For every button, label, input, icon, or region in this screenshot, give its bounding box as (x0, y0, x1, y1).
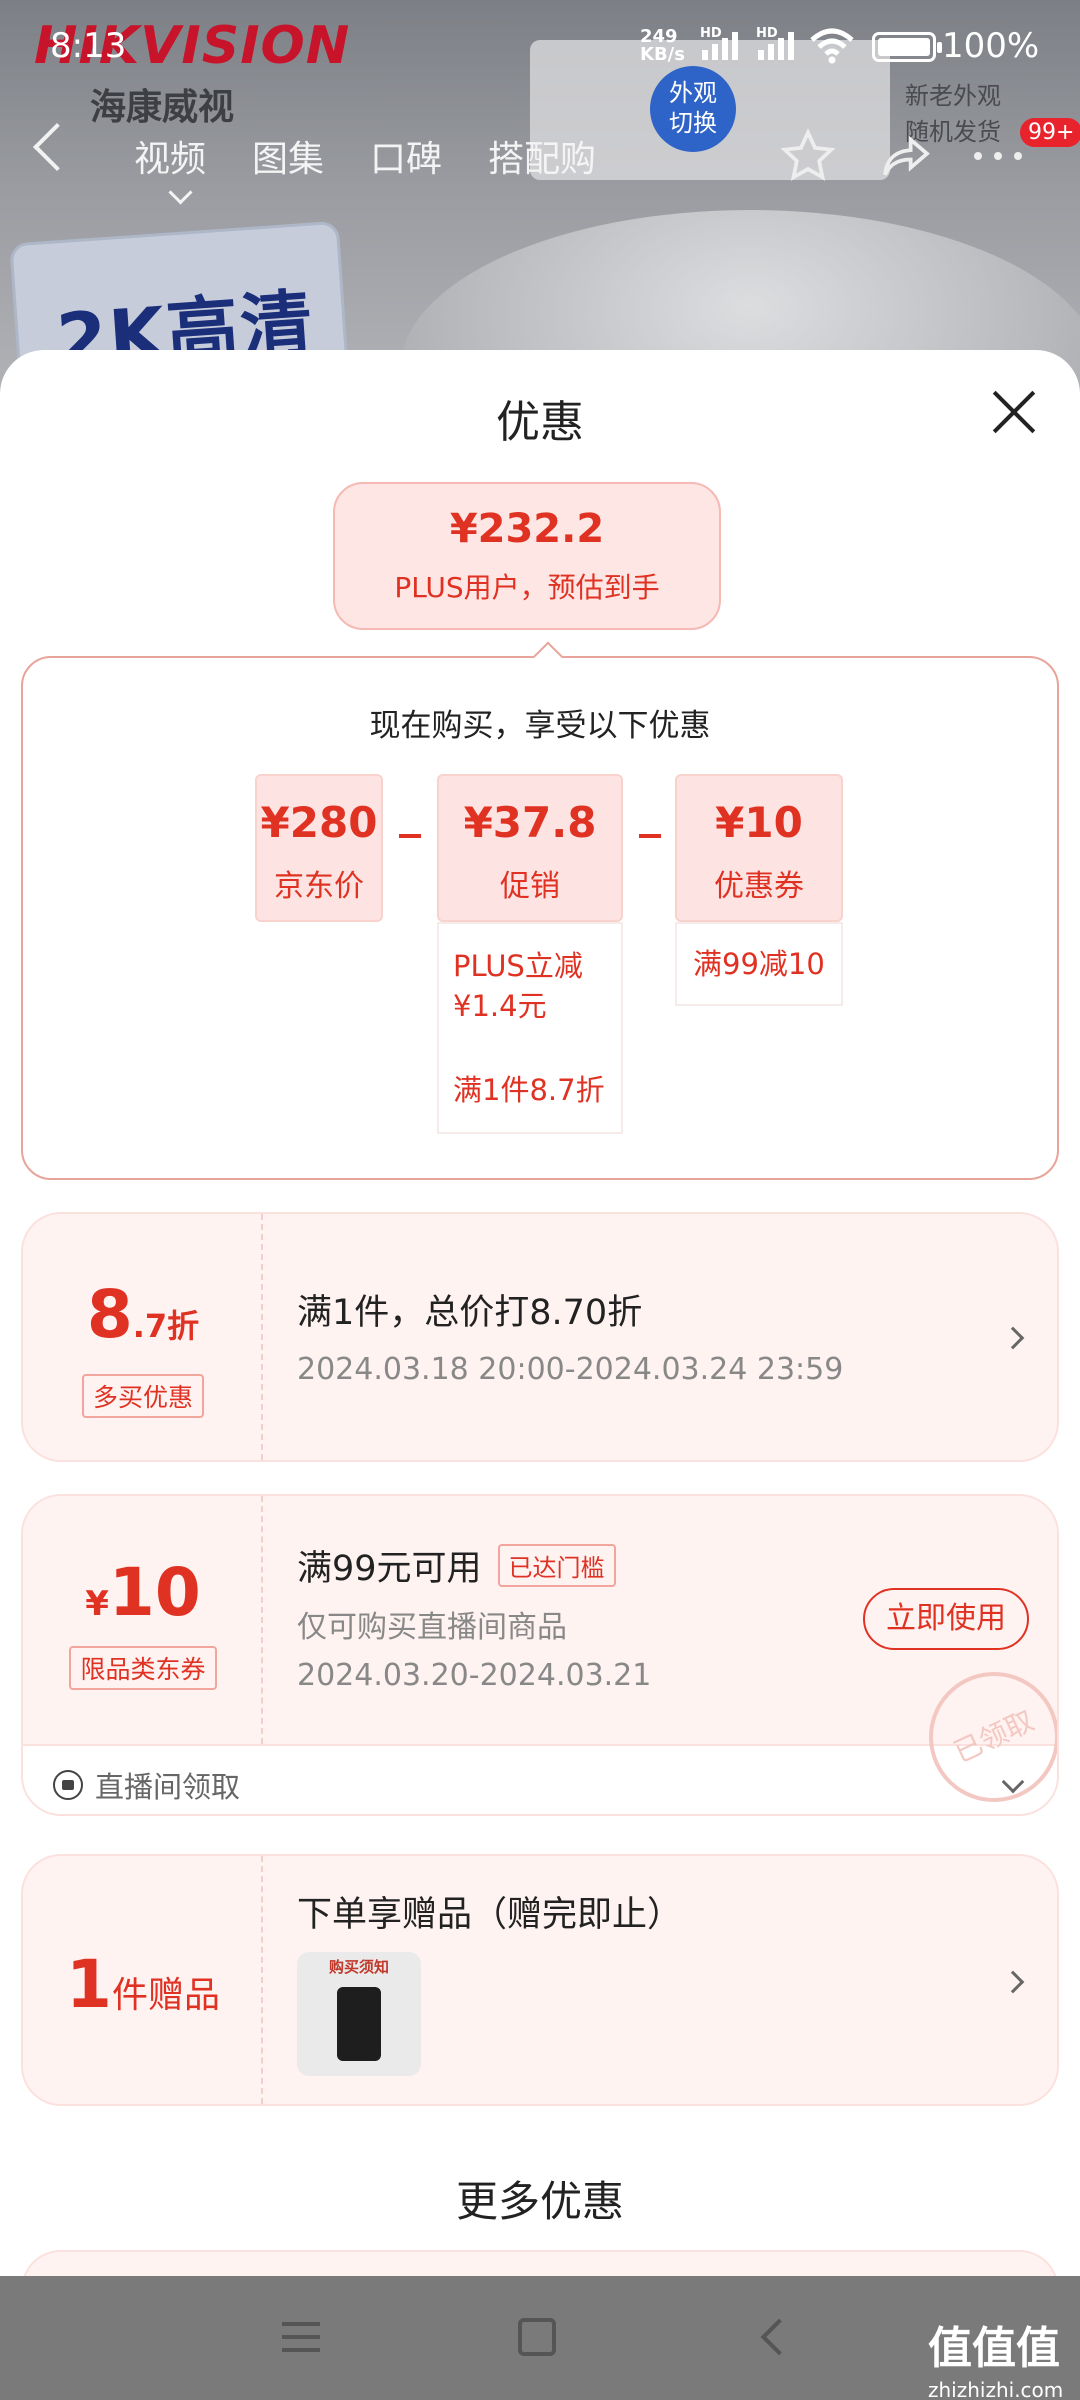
coupon-amount-value: 10 (108, 1554, 201, 1631)
promotion-label: 促销 (500, 869, 560, 904)
chevron-right-icon (1001, 1326, 1025, 1350)
wifi-icon (810, 28, 854, 64)
more-icon[interactable] (970, 150, 1026, 162)
coupon-value: ¥10 (715, 798, 803, 847)
multi-buy-card[interactable]: 8.7折 多买优惠 满1件，总价打8.70折 2024.03.18 20:00-… (21, 1212, 1059, 1462)
jd-price-value: ¥280 (260, 798, 378, 847)
gift-thumb-text: 购买须知 (328, 1958, 389, 1976)
tab-video[interactable]: 视频 (134, 130, 206, 182)
watermark-cn: 值值值 (928, 2323, 1060, 2374)
system-nav-bar (0, 2276, 1080, 2400)
system-back-icon[interactable] (760, 2318, 798, 2356)
gift-title: 下单享赠品（赠完即止） (297, 1895, 683, 1935)
coupon-category-tag: 限品类东券 (69, 1646, 217, 1690)
coupon-desc: 仅可购买直播间商品 (297, 1610, 567, 1645)
more-offers-title: 更多优惠 (455, 2177, 624, 2226)
minus-sign (639, 834, 661, 838)
coupon-currency: ¥ (85, 1584, 109, 1624)
coupon-source: 直播间领取 (95, 1770, 241, 1804)
live-room-icon (53, 1770, 83, 1800)
coupon-title: 满99元可用 (297, 1549, 482, 1589)
discount-big: 8 (86, 1276, 133, 1353)
promotion-box: ¥37.8 促销 (437, 774, 623, 922)
coupon-date: 2024.03.20-2024.03.21 (297, 1658, 652, 1693)
minus-sign (399, 834, 421, 838)
discount-amount: 8.7折 (23, 1276, 263, 1353)
price-breakdown: 现在购买，享受以下优惠 ¥280 京东价 ¥37.8 促销 ¥10 优惠券 PL… (21, 641, 1059, 1180)
final-price: ¥232.2 (449, 506, 605, 552)
claimed-stamp: 已领取 (907, 1650, 1057, 1814)
discount-title: 满1件，总价打8.70折 (297, 1293, 643, 1333)
net-speed-unit: KB/s (640, 44, 685, 65)
discount-small: .7折 (132, 1307, 200, 1345)
recent-apps-icon[interactable] (282, 2322, 320, 2361)
watermark-en: zhizhizhi.com (928, 2378, 1064, 2400)
gift-thumbnail[interactable]: 购买须知 (297, 1952, 421, 2076)
battery-percent: 100% (942, 26, 1040, 66)
signal-icon-2 (758, 28, 794, 60)
coupon-detail: 满99减10 (675, 922, 843, 1006)
share-icon[interactable] (878, 128, 934, 184)
sheet-title: 优惠 (496, 397, 584, 448)
jd-price-box: ¥280 京东价 (255, 774, 383, 922)
tab-bundle[interactable]: 搭配购 (488, 130, 596, 182)
close-icon[interactable] (990, 388, 1038, 436)
product-tabs: 视频 图集 口碑 搭配购 (134, 130, 596, 182)
discount-sheet: 优惠 ¥232.2 PLUS用户，预估到手 现在购买，享受以下优惠 ¥280 京… (0, 350, 1080, 2276)
plus-discount-detail: PLUS立减 ¥1.4元 (437, 922, 623, 1050)
watermark: 值值值 zhizhizhi.com (928, 2312, 1063, 2400)
discount-date: 2024.03.18 20:00-2024.03.24 23:59 (297, 1352, 844, 1387)
promotion-value: ¥37.8 (463, 798, 597, 847)
network-speed: 249 KB/s (640, 28, 685, 64)
status-bar: 8:13 249 KB/s HD HD 100% (0, 0, 1080, 90)
message-count-badge: 99+ (1020, 118, 1080, 147)
tab-gallery[interactable]: 图集 (252, 130, 324, 182)
coupon-card: ¥10 限品类东券 满99元可用 已达门槛 仅可购买直播间商品 2024.03.… (21, 1494, 1059, 1816)
coupon-label: 优惠券 (714, 869, 804, 904)
use-now-button[interactable]: 立即使用 (863, 1588, 1029, 1650)
tab-reviews[interactable]: 口碑 (370, 130, 442, 182)
signal-icon (702, 28, 738, 60)
coupon-box: ¥10 优惠券 (675, 774, 843, 922)
breakdown-title: 现在购买，享受以下优惠 (369, 708, 711, 744)
battery-icon (872, 32, 942, 62)
jd-price-label: 京东价 (274, 869, 364, 904)
gift-count: 1件赠品 (23, 1946, 263, 2023)
multi-buy-detail: 满1件8.7折 (437, 1048, 623, 1134)
star-icon[interactable] (780, 128, 836, 184)
home-icon[interactable] (518, 2318, 556, 2356)
threshold-met-badge: 已达门槛 (497, 1544, 616, 1587)
final-price-pill: ¥232.2 PLUS用户，预估到手 (333, 482, 721, 630)
chevron-right-icon (1001, 1970, 1025, 1994)
gift-card[interactable]: 1件赠品 下单享赠品（赠完即止） 购买须知 (21, 1854, 1059, 2106)
gift-count-unit: 件赠品 (111, 1975, 220, 2016)
final-price-label: PLUS用户，预估到手 (394, 571, 660, 604)
next-offer-card[interactable] (21, 2250, 1059, 2276)
gift-count-value: 1 (66, 1946, 112, 2023)
coupon-amount: ¥10 (23, 1554, 263, 1631)
multi-buy-tag: 多买优惠 (81, 1374, 204, 1418)
status-time: 8:13 (50, 26, 127, 66)
